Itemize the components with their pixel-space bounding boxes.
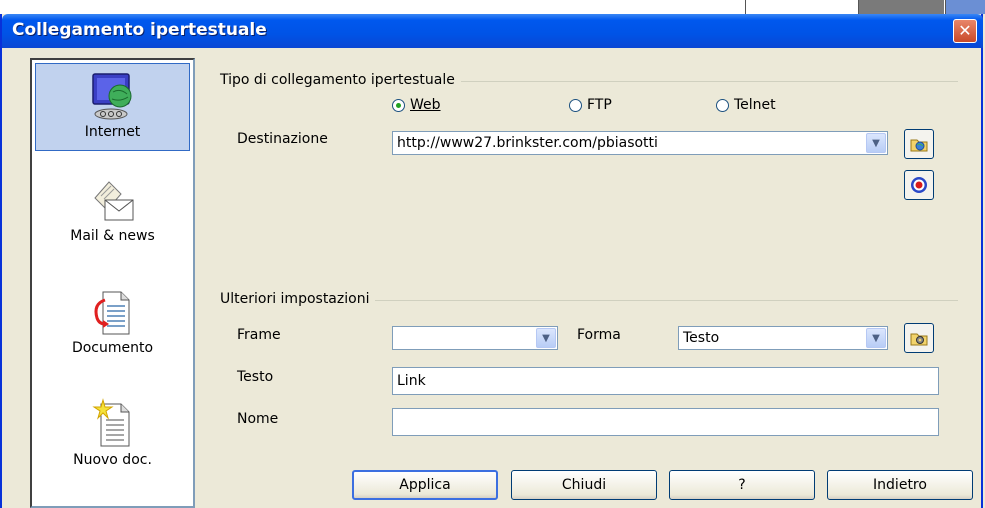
radio-ftp[interactable]: FTP [569,97,612,113]
name-label: Nome [237,411,279,427]
text-field-value: Link [397,373,426,389]
further-settings-group-label: Ulteriori impostazioni [220,291,376,307]
events-button[interactable] [904,323,934,353]
text-label: Testo [237,369,274,385]
chevron-down-icon[interactable]: ▼ [866,328,886,348]
background-strip [858,0,944,14]
sidebar-item-mail-news[interactable]: Mail & news [35,178,190,268]
destination-combobox[interactable]: http://www27.brinkster.com/pbiasotti ▼ [392,131,888,155]
radio-web[interactable]: Web [392,97,441,113]
sidebar-item-label: Internet [84,124,141,140]
destination-label: Destinazione [237,131,328,147]
globe-monitor-icon [91,73,131,120]
form-combobox[interactable]: Testo ▼ [678,326,888,350]
text-field[interactable]: Link [392,367,939,395]
radio-label: FTP [587,97,612,113]
background-window [0,0,985,14]
background-strip [945,0,985,14]
folder-globe-icon [910,139,928,152]
sidebar-item-nuovo-doc[interactable]: Nuovo doc. [35,398,190,488]
radio-indicator[interactable] [716,98,729,112]
open-file-button[interactable] [904,129,934,159]
target-icon [911,177,927,193]
form-label: Forma [577,327,621,343]
destination-value: http://www27.brinkster.com/pbiasotti [397,135,658,151]
frame-combobox[interactable]: ▼ [392,326,558,350]
form-value: Testo [683,330,720,346]
folder-gear-icon [910,333,928,346]
close-button[interactable]: Chiudi [511,470,657,500]
target-button[interactable] [904,170,934,200]
chevron-down-icon[interactable]: ▼ [536,328,556,348]
new-document-icon [91,398,129,447]
dialog-title: Collegamento ipertestuale [12,20,267,40]
sidebar-item-label: Documento [71,340,154,356]
sidebar-item-label: Nuovo doc. [73,452,152,468]
link-type-group-label: Tipo di collegamento ipertestuale [220,72,461,88]
hyperlink-dialog: Collegamento ipertestuale ✕ Internet Mai… [0,14,983,508]
sidebar-item-internet[interactable]: Internet [35,63,190,151]
radio-indicator[interactable] [392,98,405,112]
background-strip [745,0,774,14]
frame-label: Frame [237,327,281,343]
title-bar[interactable]: Collegamento ipertestuale ✕ [2,14,983,48]
document-arrow-icon [94,291,129,335]
help-button[interactable]: ? [669,470,815,500]
close-icon[interactable]: ✕ [953,19,977,43]
radio-indicator[interactable] [569,98,582,112]
back-button[interactable]: Indietro [827,470,973,500]
hyperlink-type-iconbar: Internet Mail & news Documento Nuovo doc… [30,58,195,508]
chevron-down-icon[interactable]: ▼ [866,133,886,153]
name-field[interactable] [392,408,939,436]
sidebar-item-label: Mail & news [70,228,155,244]
radio-telnet[interactable]: Telnet [716,97,776,113]
radio-label: Telnet [734,97,776,113]
radio-label: Web [410,97,441,113]
sidebar-item-documento[interactable]: Documento [35,288,190,378]
mail-letter-icon [93,181,133,221]
apply-button[interactable]: Applica [352,470,498,500]
